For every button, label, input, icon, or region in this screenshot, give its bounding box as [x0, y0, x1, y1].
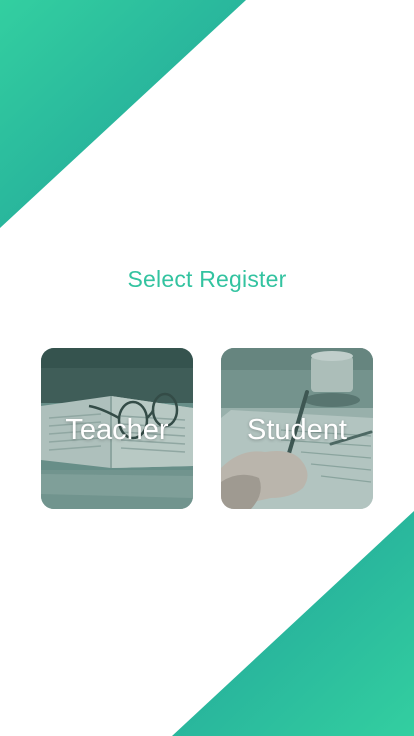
student-label: Student [247, 414, 347, 446]
teacher-label: Teacher [65, 414, 169, 446]
top-left-triangle [0, 0, 246, 228]
page-title: Select Register [127, 266, 287, 292]
teacher-register-card[interactable]: Teacher [41, 348, 193, 509]
student-register-card[interactable]: Student [221, 348, 373, 509]
bottom-right-triangle [172, 511, 414, 736]
